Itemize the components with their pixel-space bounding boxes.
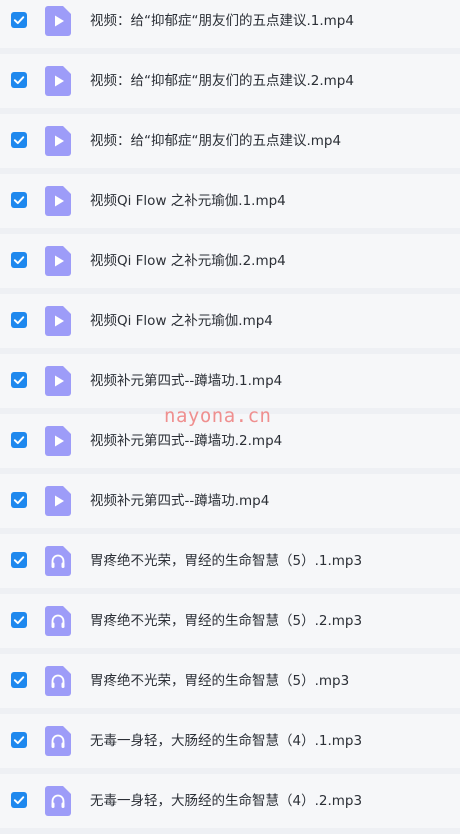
checkbox-checked-icon[interactable] <box>11 612 27 628</box>
checkbox-checked-icon[interactable] <box>11 312 27 328</box>
file-name[interactable]: 无毒一身轻，大肠经的生命智慧（4）.2.mp3 <box>90 791 362 811</box>
file-list: 视频：给“抑郁症“朋友们的五点建议.1.mp4 视频：给“抑郁症“朋友们的五点建议… <box>0 0 460 834</box>
file-name[interactable]: 视频：给“抑郁症“朋友们的五点建议.1.mp4 <box>90 11 354 31</box>
audio-file-icon <box>45 726 71 756</box>
file-row[interactable]: 视频Qi Flow 之补元瑜伽.1.mp4 <box>0 174 460 228</box>
checkbox-checked-icon[interactable] <box>11 552 27 568</box>
file-name[interactable]: 视频：给“抑郁症“朋友们的五点建议.2.mp4 <box>90 71 354 91</box>
checkbox-checked-icon[interactable] <box>11 732 27 748</box>
video-file-icon <box>45 186 71 216</box>
file-row[interactable]: 胃疼绝不光荣，胃经的生命智慧（5）.1.mp3 <box>0 534 460 588</box>
file-row[interactable]: 视频：给“抑郁症“朋友们的五点建议.mp4 <box>0 114 460 168</box>
file-name[interactable]: 视频Qi Flow 之补元瑜伽.mp4 <box>90 311 273 331</box>
file-row[interactable]: 视频Qi Flow 之补元瑜伽.mp4 <box>0 294 460 348</box>
file-name[interactable]: 胃疼绝不光荣，胃经的生命智慧（5）.2.mp3 <box>90 611 362 631</box>
video-file-icon <box>45 486 71 516</box>
audio-file-icon <box>45 666 71 696</box>
file-row[interactable]: 视频：给“抑郁症“朋友们的五点建议.1.mp4 <box>0 0 460 48</box>
checkbox-checked-icon[interactable] <box>11 792 27 808</box>
checkbox-checked-icon[interactable] <box>11 432 27 448</box>
checkbox-checked-icon[interactable] <box>11 672 27 688</box>
video-file-icon <box>45 366 71 396</box>
file-row[interactable]: 视频Qi Flow 之补元瑜伽.2.mp4 <box>0 234 460 288</box>
checkbox-checked-icon[interactable] <box>11 372 27 388</box>
checkbox-checked-icon[interactable] <box>11 72 27 88</box>
checkbox-checked-icon[interactable] <box>11 492 27 508</box>
file-row[interactable]: 无毒一身轻，大肠经的生命智慧（4）.2.mp3 <box>0 774 460 828</box>
file-name[interactable]: 视频：给“抑郁症“朋友们的五点建议.mp4 <box>90 131 341 151</box>
file-row[interactable]: 视频补元第四式--蹲墙功.1.mp4 <box>0 354 460 408</box>
file-name[interactable]: 视频补元第四式--蹲墙功.mp4 <box>90 491 269 511</box>
file-name[interactable]: 视频Qi Flow 之补元瑜伽.2.mp4 <box>90 251 286 271</box>
video-file-icon <box>45 6 71 36</box>
file-row[interactable]: 胃疼绝不光荣，胃经的生命智慧（5）.2.mp3 <box>0 594 460 648</box>
file-row[interactable]: 视频补元第四式--蹲墙功.mp4 <box>0 474 460 528</box>
audio-file-icon <box>45 786 71 816</box>
video-file-icon <box>45 66 71 96</box>
file-row[interactable]: 无毒一身轻，大肠经的生命智慧（4）.1.mp3 <box>0 714 460 768</box>
checkbox-checked-icon[interactable] <box>11 192 27 208</box>
checkbox-checked-icon[interactable] <box>11 12 27 28</box>
file-name[interactable]: 视频Qi Flow 之补元瑜伽.1.mp4 <box>90 191 286 211</box>
video-file-icon <box>45 246 71 276</box>
file-row[interactable]: 视频：给“抑郁症“朋友们的五点建议.2.mp4 <box>0 54 460 108</box>
file-row[interactable]: 胃疼绝不光荣，胃经的生命智慧（5）.mp3 <box>0 654 460 708</box>
video-file-icon <box>45 426 71 456</box>
checkbox-checked-icon[interactable] <box>11 132 27 148</box>
file-name[interactable]: 胃疼绝不光荣，胃经的生命智慧（5）.1.mp3 <box>90 551 362 571</box>
checkbox-checked-icon[interactable] <box>11 252 27 268</box>
file-name[interactable]: 视频补元第四式--蹲墙功.1.mp4 <box>90 371 282 391</box>
file-row[interactable]: 视频补元第四式--蹲墙功.2.mp4 <box>0 414 460 468</box>
audio-file-icon <box>45 546 71 576</box>
file-name[interactable]: 胃疼绝不光荣，胃经的生命智慧（5）.mp3 <box>90 671 349 691</box>
file-name[interactable]: 视频补元第四式--蹲墙功.2.mp4 <box>90 431 282 451</box>
video-file-icon <box>45 126 71 156</box>
audio-file-icon <box>45 606 71 636</box>
video-file-icon <box>45 306 71 336</box>
file-name[interactable]: 无毒一身轻，大肠经的生命智慧（4）.1.mp3 <box>90 731 362 751</box>
